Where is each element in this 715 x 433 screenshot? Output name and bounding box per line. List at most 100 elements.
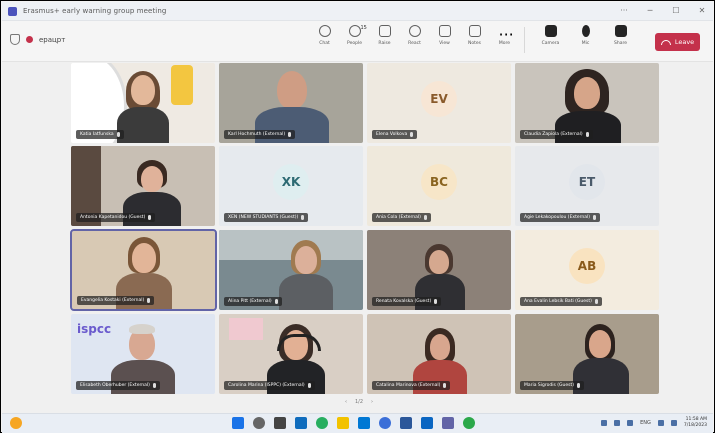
ispcc-logo: ispcc	[77, 322, 112, 336]
people-icon: 15	[348, 25, 367, 37]
search-icon[interactable]	[253, 417, 265, 429]
notes-button[interactable]: Notes	[464, 25, 485, 53]
hair	[129, 324, 155, 334]
camera-icon	[544, 25, 557, 37]
network-icon[interactable]	[627, 420, 634, 426]
participant-tile[interactable]: Renata Kovalska (Guest)	[367, 230, 511, 310]
participant-name: Alina Pitt (External)	[224, 297, 282, 306]
raise-hand-button[interactable]: Raise	[374, 25, 395, 53]
teams-icon[interactable]	[442, 417, 454, 429]
more-button[interactable]: ··· More	[494, 25, 515, 53]
camera-button[interactable]: Camera	[540, 25, 561, 46]
participant-name: Maria Sigrodis (Guest)	[520, 381, 585, 390]
store-icon[interactable]	[358, 417, 370, 429]
participant-tile-active-speaker[interactable]: Evangelia Kostaki (External)	[70, 229, 217, 311]
participant-tile[interactable]: Karl Hochmuth (External)	[219, 63, 363, 143]
body	[117, 107, 169, 143]
wifi-icon[interactable]	[657, 420, 664, 426]
gallery-pagination: ‹ 1/2 ›	[345, 399, 373, 405]
chrome-icon[interactable]	[316, 417, 328, 429]
mic-icon	[593, 215, 596, 220]
face	[141, 166, 163, 192]
language-indicator[interactable]: ENG	[640, 420, 651, 426]
leave-button[interactable]: Leave	[655, 33, 700, 51]
react-button[interactable]: React	[404, 25, 425, 53]
participant-name: Carolina Marina (ISPPC) (External)	[224, 381, 315, 390]
participant-name: Agie Lekakopoulou (External)	[520, 213, 600, 222]
mic-button[interactable]: Mic	[575, 25, 596, 46]
maximize-button[interactable]: ☐	[671, 5, 681, 15]
view-icon	[438, 25, 451, 37]
meeting-tools: Chat 15 People Raise React View Notes ··…	[314, 25, 525, 53]
face	[589, 330, 611, 358]
people-button[interactable]: 15 People	[344, 25, 367, 53]
meeting-toolbar: ерацрт Chat 15 People Raise React View N…	[2, 21, 713, 62]
participant-tile[interactable]: Claudia Zapiola (External)	[515, 63, 659, 143]
participant-tile[interactable]: BC Ania Cola (External)	[367, 146, 511, 226]
mic-icon	[410, 132, 414, 137]
close-button[interactable]: ✕	[697, 5, 707, 15]
window-controls: ··· ─ ☐ ✕	[619, 5, 707, 15]
chat-button[interactable]: Chat	[314, 25, 335, 53]
onedrive-icon[interactable]	[614, 420, 621, 426]
teams-window: Erasmus+ early warning group meeting ···…	[0, 0, 715, 433]
participant-tile[interactable]: Antonia Kapetanidou (Guest)	[71, 146, 215, 226]
task-view-icon[interactable]	[274, 417, 286, 429]
participant-tile[interactable]: Alina Pitt (External)	[219, 230, 363, 310]
volume-icon[interactable]	[670, 420, 677, 426]
minimize-button[interactable]: ─	[645, 5, 655, 15]
wall-poster	[229, 318, 263, 340]
face	[131, 75, 155, 105]
participant-tile[interactable]: XK XEN (NEW STUDIANTS (Guest))	[219, 146, 363, 226]
participant-tile[interactable]: Carolina Marina (ISPPC) (External)	[219, 314, 363, 394]
chevron-up-icon[interactable]	[601, 420, 608, 426]
cartoon-figure-icon	[171, 65, 193, 105]
participant-tile[interactable]: ET Agie Lekakopoulou (External)	[515, 146, 659, 226]
raise-hand-icon	[378, 25, 391, 37]
participant-tile[interactable]: Katia Iatfunska	[71, 63, 215, 143]
edge-icon[interactable]	[379, 417, 391, 429]
more-icon: ···	[498, 25, 514, 44]
shield-icon[interactable]	[10, 34, 20, 45]
next-page-button[interactable]: ›	[371, 399, 373, 405]
more-options-icon[interactable]: ···	[619, 5, 629, 15]
face	[132, 243, 156, 273]
recording-indicator-icon	[26, 36, 33, 43]
mic-icon	[274, 299, 278, 304]
meeting-timer: ерацрт	[39, 35, 66, 44]
clock[interactable]: 11:58 AM 7/18/2023	[684, 417, 707, 429]
weather-widget-icon[interactable]	[10, 417, 22, 429]
mic-icon	[152, 383, 156, 388]
teams-logo-icon	[8, 6, 17, 16]
app-icon[interactable]	[463, 417, 475, 429]
participant-name: Katia Iatfunska	[76, 130, 124, 139]
people-count: 15	[360, 25, 367, 31]
previous-page-button[interactable]: ‹	[345, 399, 347, 405]
avatar: ET	[569, 164, 605, 200]
system-tray: ENG 11:58 AM 7/18/2023	[601, 417, 707, 429]
participant-name: Antonia Kapetanidou (Guest)	[76, 213, 156, 222]
participant-name: Elena Volkova	[372, 130, 418, 139]
taskbar-apps	[232, 417, 475, 429]
mic-icon	[594, 299, 598, 304]
participant-name: Karl Hochmuth (External)	[224, 130, 296, 139]
folder-icon[interactable]	[337, 417, 349, 429]
word-icon[interactable]	[400, 417, 412, 429]
participant-tile[interactable]: Maria Sigrodis (Guest)	[515, 314, 659, 394]
outlook-icon[interactable]	[421, 417, 433, 429]
view-button[interactable]: View	[434, 25, 455, 53]
page-indicator: 1/2	[355, 399, 364, 405]
video-grid: Katia Iatfunska Karl Hochmuth (External)…	[2, 62, 713, 413]
mic-icon	[148, 215, 152, 220]
participant-tile[interactable]: EV Elena Volkova	[367, 63, 511, 143]
headset-icon	[277, 334, 321, 351]
title-bar: Erasmus+ early warning group meeting ···…	[2, 2, 713, 21]
file-explorer-icon[interactable]	[295, 417, 307, 429]
start-icon[interactable]	[232, 417, 244, 429]
participant-tile[interactable]: ispcc Elisabeth Oberhuber (External)	[71, 314, 215, 394]
participant-tile[interactable]: AB Ana Evalin Lebsik Bati (Guest)	[515, 230, 659, 310]
participant-name: XEN (NEW STUDIANTS (Guest))	[224, 213, 309, 222]
share-button[interactable]: Share	[610, 25, 631, 46]
mic-icon	[116, 132, 120, 137]
participant-tile[interactable]: Catalina Marinova (External)	[367, 314, 511, 394]
